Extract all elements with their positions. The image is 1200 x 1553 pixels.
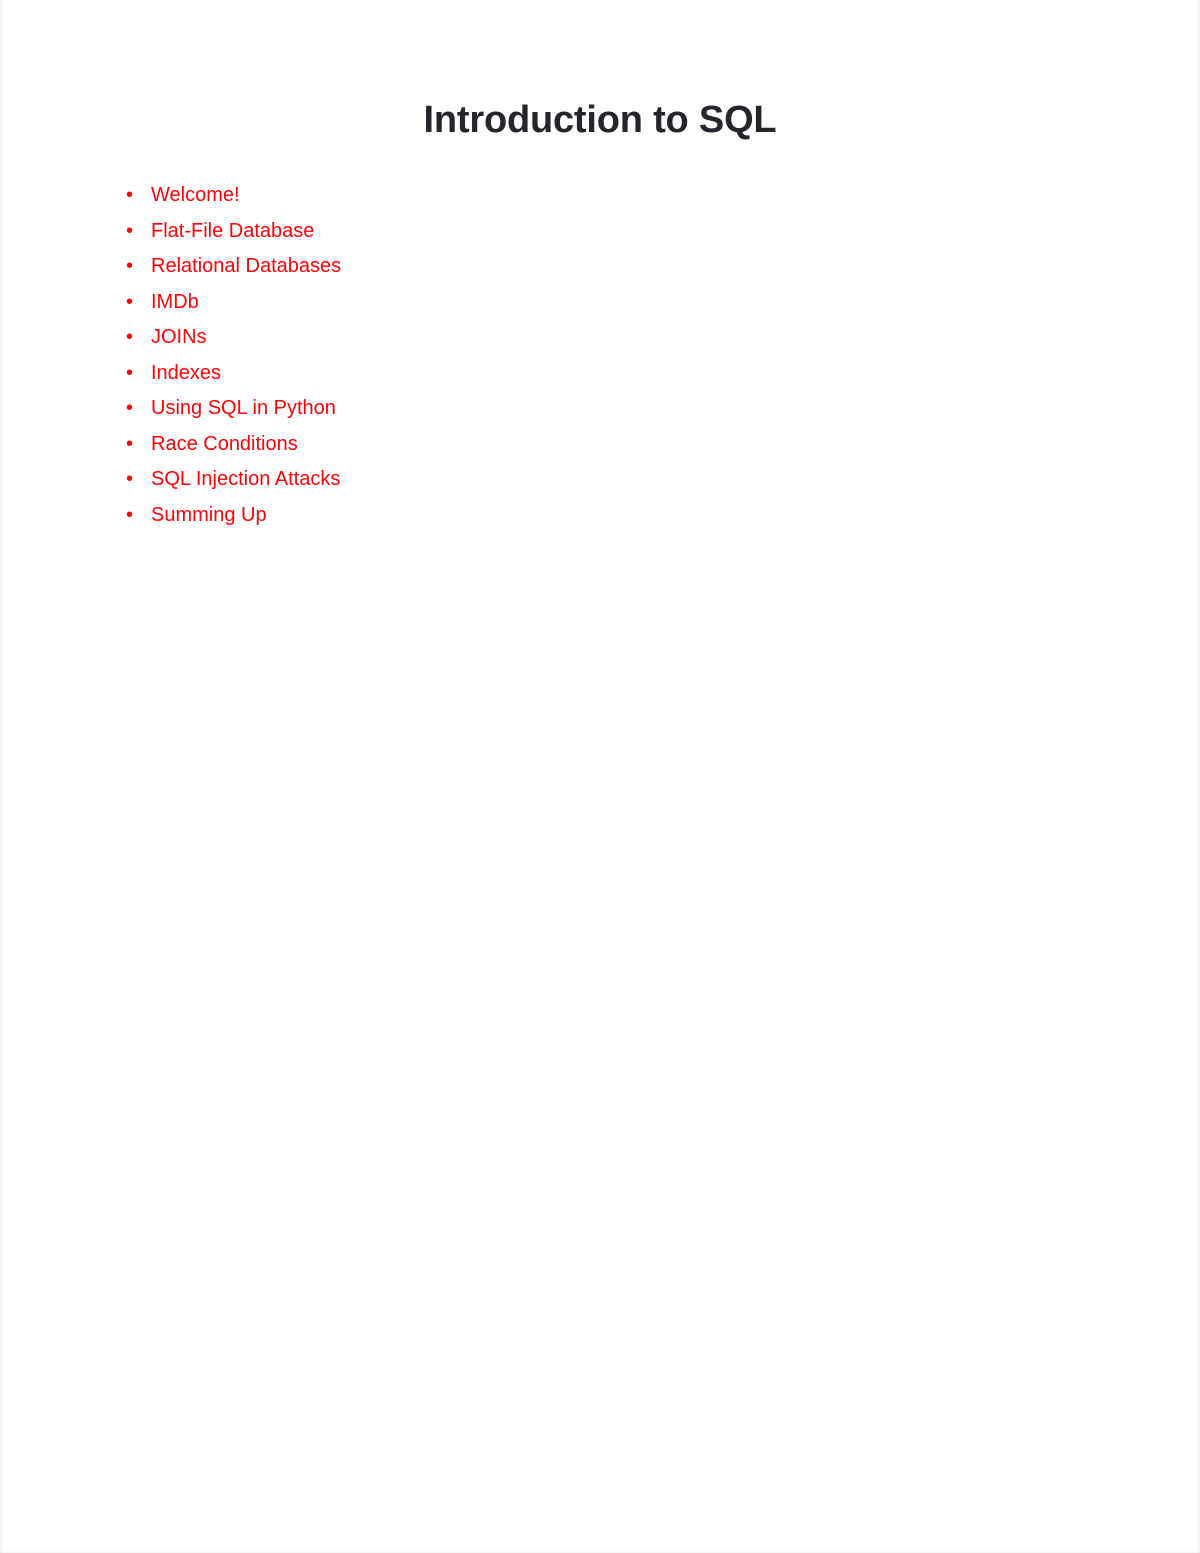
list-item[interactable]: • JOINs [126, 320, 1026, 356]
bullet-icon: • [126, 468, 134, 490]
list-item[interactable]: • Summing Up [126, 498, 1026, 534]
list-item-label: IMDb [151, 290, 199, 313]
bullet-icon: • [126, 361, 134, 384]
list-item-label: Flat-File Database [151, 219, 315, 242]
bullet-icon: • [126, 326, 134, 348]
agenda-list: • Welcome! • Flat-File Database • Relati… [126, 178, 1026, 533]
page-title: Introduction to SQL [423, 99, 777, 142]
list-item-label: Relational Databases [151, 255, 342, 277]
bullet-icon: • [126, 255, 134, 277]
page-edge-shading-left [0, 0, 3, 1553]
bullet-icon: • [126, 397, 134, 419]
list-item-label: Summing Up [151, 503, 267, 526]
list-item-label: Welcome! [151, 184, 240, 206]
list-item[interactable]: • SQL Injection Attacks [126, 462, 1026, 498]
bullet-icon: • [126, 503, 134, 526]
list-item[interactable]: • Race Conditions [126, 427, 1026, 463]
list-item-label: SQL Injection Attacks [151, 468, 341, 490]
list-item[interactable]: • Indexes [126, 356, 1026, 392]
list-item-label: Indexes [151, 361, 222, 384]
bullet-icon: • [126, 184, 134, 206]
list-item[interactable]: • Using SQL in Python [126, 391, 1026, 427]
bullet-icon: • [126, 290, 134, 313]
list-item-label: Race Conditions [151, 432, 298, 455]
list-item[interactable]: • Flat-File Database [126, 214, 1026, 250]
bullet-icon: • [126, 219, 134, 242]
bullet-icon: • [126, 432, 134, 455]
list-item-label: JOINs [151, 326, 207, 348]
list-item[interactable]: • Relational Databases [126, 249, 1026, 285]
list-item[interactable]: • Welcome! [126, 178, 1026, 214]
slide-page: Introduction to SQL • Welcome! • Flat-Fi… [0, 0, 1200, 1553]
list-item-label: Using SQL in Python [151, 397, 336, 419]
list-item[interactable]: • IMDb [126, 285, 1026, 321]
